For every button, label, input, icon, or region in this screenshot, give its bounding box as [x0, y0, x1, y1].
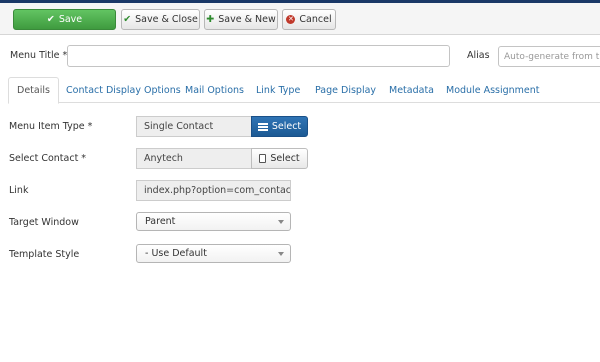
select-contact-label: Select Contact *	[9, 153, 87, 164]
tab-link-type[interactable]: Link Type	[256, 77, 300, 103]
select-contact-button[interactable]: Select	[251, 148, 308, 169]
link-label: Link	[9, 185, 29, 196]
cancel-label: Cancel	[299, 14, 332, 25]
save-button[interactable]: ✔ Save	[13, 9, 116, 30]
tab-details[interactable]: Details	[8, 77, 59, 104]
toolbar: ✔ Save ✔ Save & Close ✚ Save & New ✕ Can…	[0, 3, 600, 35]
tab-contact-display-options[interactable]: Contact Display Options	[66, 77, 181, 103]
save-close-label: Save & Close	[135, 14, 198, 25]
template-style-label: Template Style	[9, 249, 80, 260]
tab-page-display[interactable]: Page Display	[315, 77, 376, 103]
menu-item-type-label: Menu Item Type *	[9, 121, 93, 132]
menu-item-type-select-button[interactable]: Select	[251, 116, 308, 137]
menu-item-type-field: Single Contact	[136, 116, 252, 137]
save-label: Save	[58, 14, 83, 25]
select-label: Select	[270, 153, 300, 164]
target-window-select[interactable]: Parent	[136, 212, 291, 231]
alias-input[interactable]: Auto-generate from title	[498, 46, 600, 67]
menu-title-label: Menu Title *	[10, 50, 68, 61]
plus-icon: ✚	[206, 14, 215, 25]
template-style-select[interactable]: - Use Default	[136, 244, 291, 263]
save-new-label: Save & New	[218, 14, 276, 25]
alias-label: Alias	[467, 50, 490, 61]
chevron-down-icon	[278, 220, 284, 224]
menu-title-input[interactable]	[67, 45, 450, 67]
tab-mail-options[interactable]: Mail Options	[185, 77, 244, 103]
file-icon	[259, 154, 267, 163]
cancel-icon: ✕	[286, 15, 296, 24]
link-field: index.php?option=com_contact&view=contac…	[136, 180, 291, 201]
check-icon: ✔	[46, 14, 55, 25]
target-window-value: Parent	[145, 216, 176, 227]
save-new-button[interactable]: ✚ Save & New	[204, 9, 278, 30]
select-contact-field: Anytech	[136, 148, 252, 169]
check-icon: ✔	[123, 14, 132, 25]
save-close-button[interactable]: ✔ Save & Close	[121, 9, 200, 30]
select-label: Select	[271, 121, 302, 132]
tab-module-assignment[interactable]: Module Assignment	[446, 77, 540, 103]
chevron-down-icon	[278, 252, 284, 256]
tab-metadata[interactable]: Metadata	[389, 77, 434, 103]
cancel-button[interactable]: ✕ Cancel	[282, 9, 336, 30]
template-style-value: - Use Default	[145, 248, 207, 259]
tab-bar: Details Contact Display Options Mail Opt…	[8, 77, 600, 104]
list-icon	[257, 122, 268, 131]
target-window-label: Target Window	[9, 217, 79, 228]
